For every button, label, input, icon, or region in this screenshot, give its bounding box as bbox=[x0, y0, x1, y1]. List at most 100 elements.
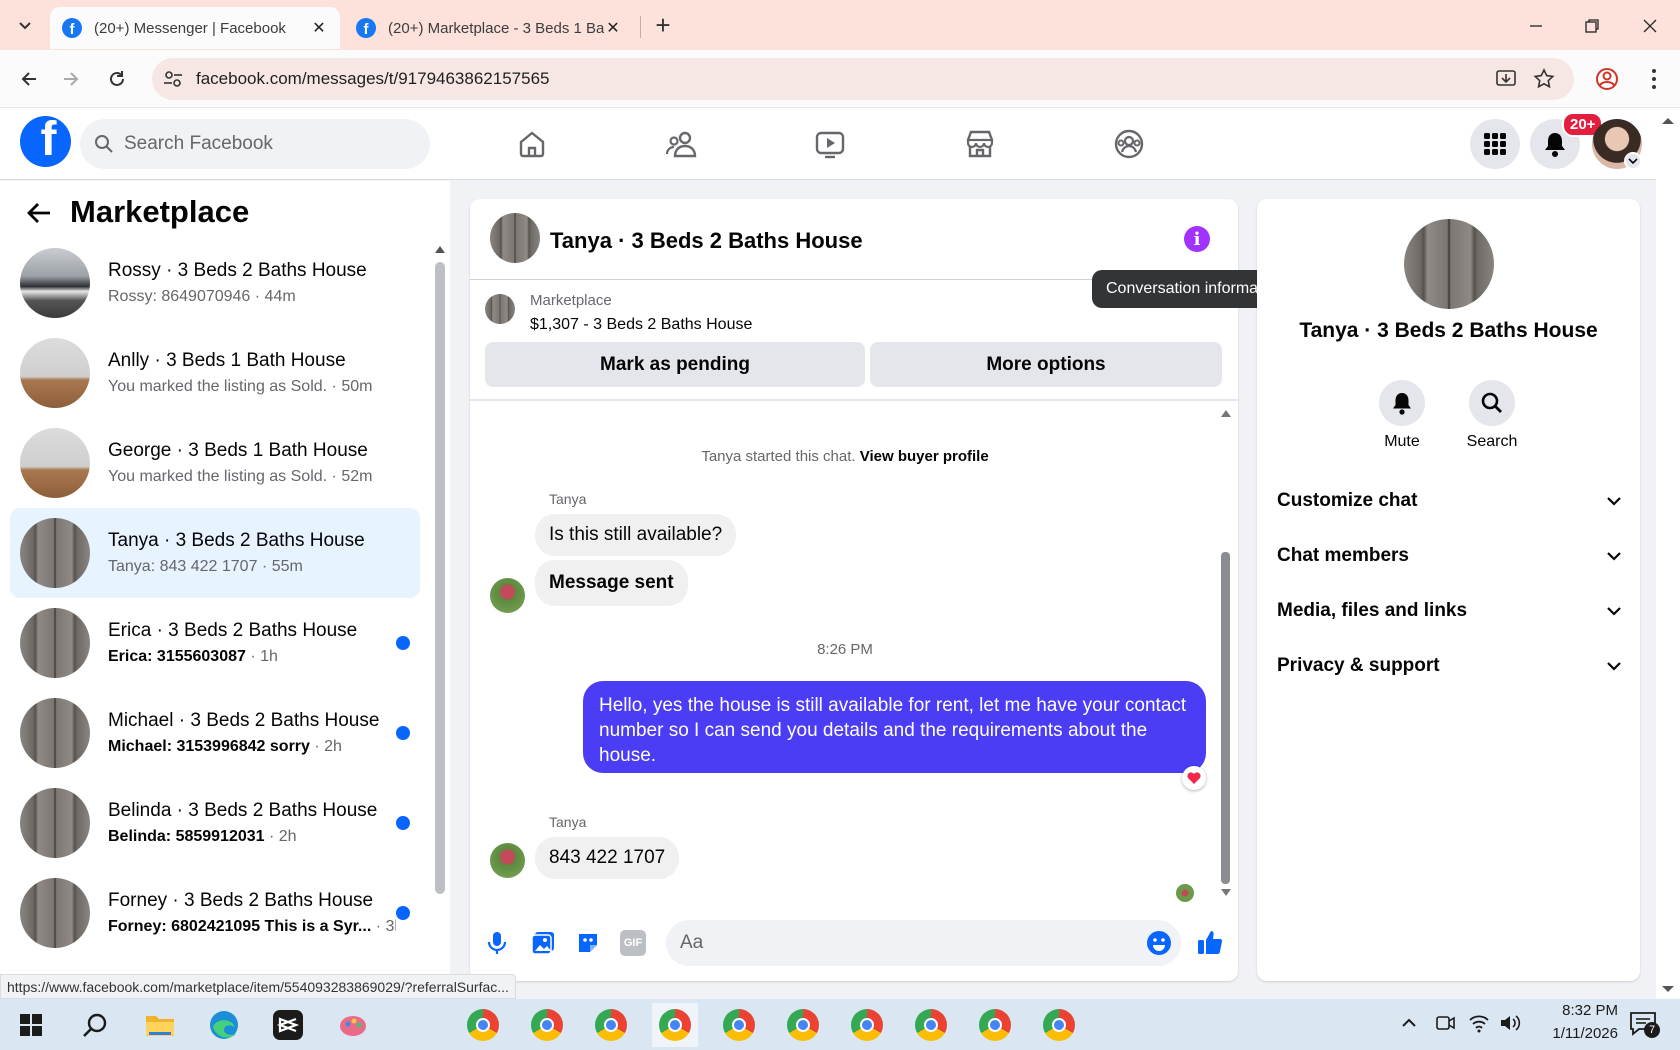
chrome-taskbar-icon[interactable] bbox=[780, 1003, 826, 1047]
new-tab-icon[interactable]: + bbox=[648, 10, 678, 40]
privacy-support-section[interactable]: Privacy & support bbox=[1277, 655, 1622, 677]
view-buyer-profile-link[interactable]: View buyer profile bbox=[860, 448, 989, 465]
chat-scrollbar-thumb[interactable] bbox=[1221, 552, 1230, 884]
conversation-item[interactable]: George · 3 Beds 1 Bath House You marked t… bbox=[10, 418, 420, 508]
clock-time[interactable]: 8:32 PM bbox=[1528, 1002, 1618, 1019]
notification-center-icon[interactable]: 7 bbox=[1628, 1008, 1660, 1038]
heart-reaction-icon[interactable] bbox=[1182, 766, 1206, 790]
chat-title[interactable]: Tanya · 3 Beds 2 Baths House bbox=[550, 228, 863, 254]
url-text[interactable]: facebook.com/messages/t/9179463862157565 bbox=[196, 69, 549, 89]
minimize-icon[interactable] bbox=[1524, 14, 1548, 38]
nav-video-icon[interactable] bbox=[802, 122, 858, 166]
search-input[interactable] bbox=[124, 133, 404, 155]
gif-icon[interactable]: GIF bbox=[620, 930, 646, 956]
edge-icon[interactable] bbox=[201, 1003, 247, 1047]
like-thumb-icon[interactable] bbox=[1196, 928, 1224, 956]
list-scroll-up-icon[interactable] bbox=[434, 244, 446, 254]
mute-bell-icon[interactable] bbox=[1379, 380, 1425, 426]
incoming-message[interactable]: Is this still available? bbox=[535, 514, 737, 556]
back-icon[interactable] bbox=[14, 64, 44, 94]
windows-start-icon[interactable] bbox=[8, 1003, 54, 1047]
list-scrollbar-thumb[interactable] bbox=[435, 262, 445, 894]
more-options-button[interactable]: More options bbox=[870, 342, 1222, 387]
listing-description[interactable]: $1,307 - 3 Beds 2 Baths House bbox=[530, 316, 752, 334]
conversation-item[interactable]: Anlly · 3 Beds 1 Bath House You marked th… bbox=[10, 328, 420, 418]
tanya-avatar[interactable] bbox=[490, 843, 525, 878]
tab-close-icon[interactable]: ✕ bbox=[310, 18, 328, 38]
tab-close-icon[interactable]: ✕ bbox=[604, 18, 622, 38]
message-input[interactable] bbox=[680, 932, 1120, 954]
chrome-taskbar-icon[interactable] bbox=[588, 1003, 634, 1047]
conversation-item[interactable]: Tanya · 3 Beds 2 Baths House Tanya: 843 4… bbox=[10, 508, 420, 598]
browser-menu-icon[interactable] bbox=[1644, 66, 1664, 92]
taskbar-search-icon[interactable] bbox=[72, 1003, 118, 1047]
conversation-preview: Forney: 6802421095 This is a Syr... · 3h bbox=[108, 918, 396, 936]
tab-messenger[interactable]: f (20+) Messenger | Facebook ✕ bbox=[50, 7, 340, 49]
chrome-taskbar-icon[interactable] bbox=[652, 1003, 698, 1047]
paint-icon[interactable] bbox=[330, 1003, 376, 1047]
customize-chat-section[interactable]: Customize chat bbox=[1277, 490, 1622, 512]
search-facebook-field[interactable] bbox=[80, 119, 430, 169]
nav-friends-icon[interactable] bbox=[654, 122, 710, 166]
chat-members-section[interactable]: Chat members bbox=[1277, 545, 1622, 567]
meet-now-icon[interactable] bbox=[1434, 1012, 1456, 1034]
clock-date[interactable]: 1/11/2026 bbox=[1528, 1025, 1618, 1042]
reload-icon[interactable] bbox=[102, 64, 132, 94]
tab-marketplace[interactable]: f (20+) Marketplace - 3 Beds 1 Ba ✕ bbox=[344, 7, 634, 49]
chat-listing-avatar[interactable] bbox=[490, 213, 540, 263]
sticker-icon[interactable] bbox=[575, 930, 601, 956]
microphone-icon[interactable] bbox=[486, 930, 508, 956]
chrome-taskbar-icon[interactable] bbox=[1036, 1003, 1082, 1047]
incoming-message[interactable]: Message sent bbox=[535, 560, 688, 606]
show-hidden-icons-chevron[interactable] bbox=[1400, 1011, 1418, 1035]
install-app-icon[interactable] bbox=[1494, 67, 1518, 91]
site-info-icon[interactable] bbox=[162, 68, 184, 90]
search-in-chat-icon[interactable] bbox=[1469, 380, 1515, 426]
mute-label[interactable]: Mute bbox=[1352, 433, 1452, 451]
conversation-item[interactable]: Belinda · 3 Beds 2 Baths House Belinda: 5… bbox=[10, 778, 420, 868]
close-window-icon[interactable] bbox=[1638, 14, 1662, 38]
menu-grid-icon[interactable] bbox=[1470, 119, 1520, 169]
facebook-logo[interactable]: f bbox=[20, 116, 71, 167]
chat-scroll-up-icon[interactable] bbox=[1220, 408, 1232, 418]
listing-avatar-large[interactable] bbox=[1404, 219, 1494, 309]
chat-scroll-down-icon[interactable] bbox=[1220, 888, 1232, 898]
nav-groups-icon[interactable] bbox=[1101, 122, 1157, 166]
forward-icon[interactable] bbox=[56, 64, 86, 94]
emoji-icon[interactable] bbox=[1146, 930, 1172, 956]
profile-icon[interactable] bbox=[1594, 66, 1620, 92]
chrome-taskbar-icon[interactable] bbox=[972, 1003, 1018, 1047]
chrome-taskbar-icon[interactable] bbox=[716, 1003, 762, 1047]
conversation-item[interactable]: Erica · 3 Beds 2 Baths House Erica: 31556… bbox=[10, 598, 420, 688]
incoming-message[interactable]: 843 422 1707 bbox=[535, 837, 680, 879]
address-bar[interactable]: facebook.com/messages/t/9179463862157565 bbox=[152, 58, 1574, 100]
chrome-taskbar-icon[interactable] bbox=[908, 1003, 954, 1047]
message-input-field[interactable] bbox=[666, 920, 1181, 966]
file-explorer-icon[interactable] bbox=[137, 1003, 183, 1047]
wifi-icon[interactable] bbox=[1468, 1012, 1490, 1034]
conversation-item[interactable]: Forney · 3 Beds 2 Baths House Forney: 680… bbox=[10, 868, 420, 958]
volume-icon[interactable] bbox=[1498, 1012, 1522, 1034]
conversation-info-icon[interactable]: i bbox=[1184, 226, 1210, 252]
chrome-taskbar-icon[interactable] bbox=[524, 1003, 570, 1047]
nav-marketplace-icon[interactable] bbox=[952, 122, 1008, 166]
capcut-icon[interactable] bbox=[265, 1003, 311, 1047]
restore-icon[interactable] bbox=[1580, 14, 1604, 38]
bookmark-star-icon[interactable] bbox=[1532, 67, 1556, 91]
outgoing-message[interactable]: Hello, yes the house is still available … bbox=[583, 681, 1206, 773]
media-files-links-section[interactable]: Media, files and links bbox=[1277, 600, 1622, 622]
photo-icon[interactable] bbox=[530, 930, 556, 956]
tanya-avatar[interactable] bbox=[490, 578, 525, 613]
listing-thumbnail[interactable] bbox=[485, 294, 515, 324]
chrome-taskbar-icon[interactable] bbox=[460, 1003, 506, 1047]
account-chevron-icon[interactable] bbox=[1624, 152, 1642, 170]
tab-search-icon[interactable] bbox=[10, 10, 40, 40]
conversation-preview: You marked the listing as Sold. · 50m bbox=[108, 378, 373, 395]
conversation-item[interactable]: Michael · 3 Beds 2 Baths House Michael: 3… bbox=[10, 688, 420, 778]
search-label[interactable]: Search bbox=[1442, 433, 1542, 451]
mark-as-pending-button[interactable]: Mark as pending bbox=[485, 342, 865, 387]
chrome-taskbar-icon[interactable] bbox=[844, 1003, 890, 1047]
conversation-item[interactable]: Rossy · 3 Beds 2 Baths House Rossy: 86490… bbox=[10, 238, 420, 328]
back-arrow-icon[interactable] bbox=[26, 201, 52, 225]
nav-home-icon[interactable] bbox=[504, 122, 560, 166]
